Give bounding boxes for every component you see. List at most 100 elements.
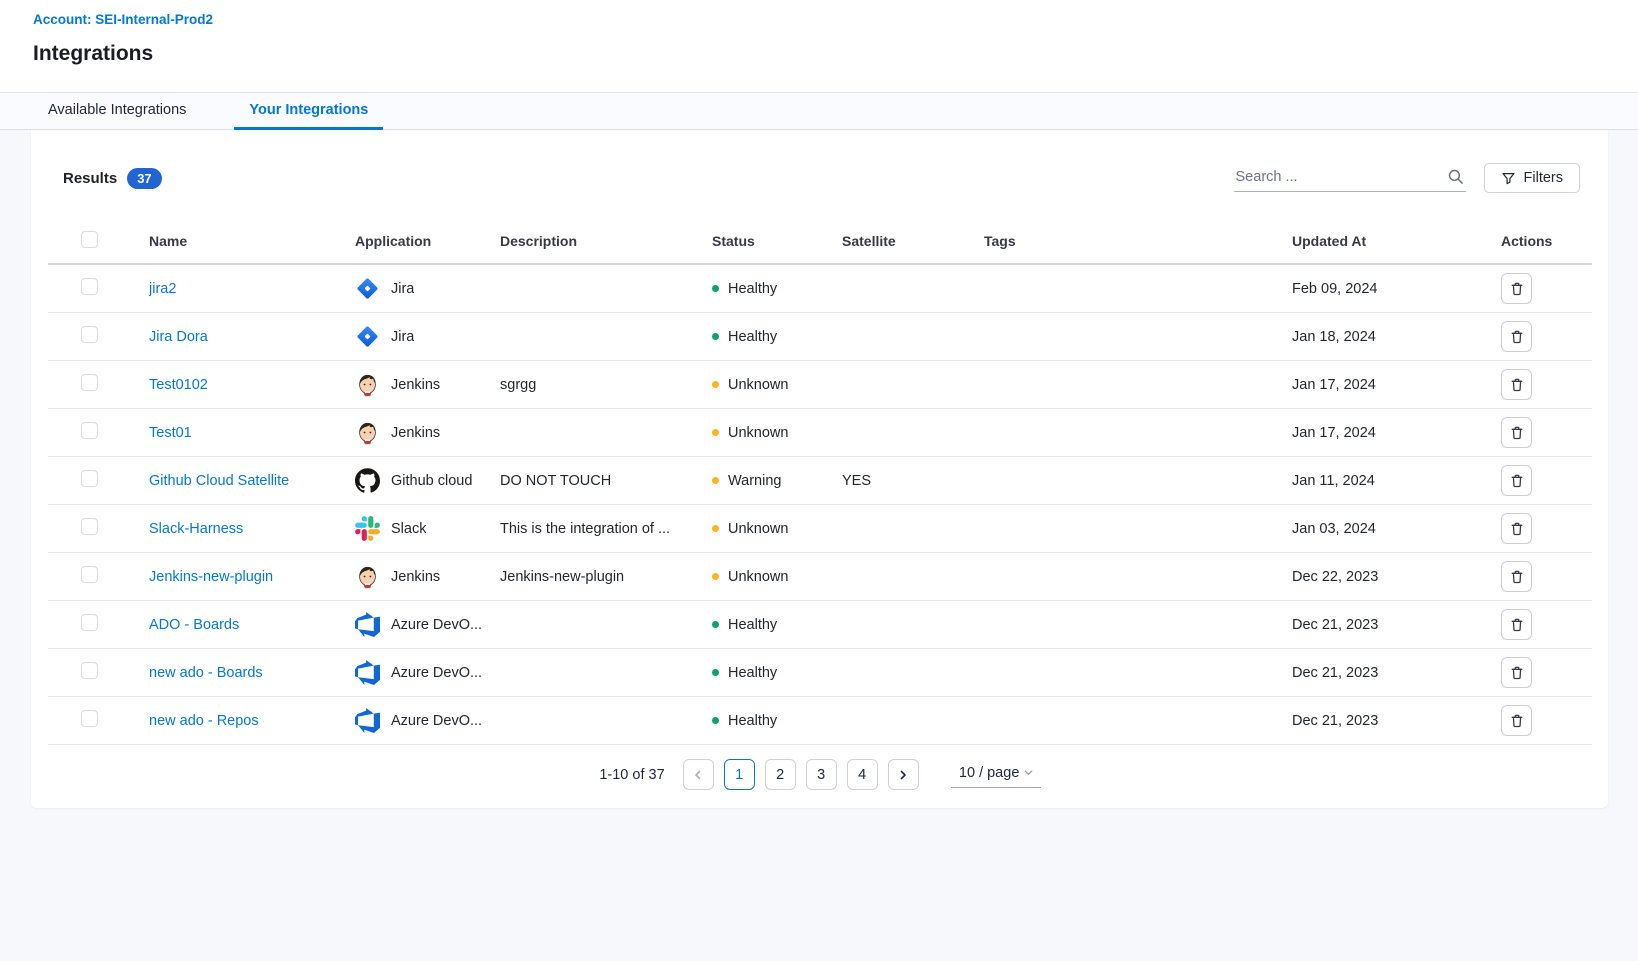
- table-body: jira2: [48, 265, 1592, 745]
- application-cell: Jenkins: [355, 372, 500, 397]
- slack-icon: [355, 516, 380, 541]
- delete-integration-button[interactable]: [1501, 273, 1532, 304]
- pagination-range-label: 1-10 of 37: [599, 767, 664, 783]
- actions-cell: [1501, 705, 1592, 736]
- delete-integration-button[interactable]: [1501, 465, 1532, 496]
- integration-name-link[interactable]: Github Cloud Satellite: [149, 473, 344, 489]
- page-number-button[interactable]: 1: [724, 759, 755, 790]
- integration-name-link[interactable]: Jira Dora: [149, 329, 344, 345]
- page-number-button[interactable]: 4: [847, 759, 878, 790]
- row-checkbox[interactable]: [81, 422, 98, 439]
- status-label: Unknown: [728, 377, 788, 393]
- status-cell: Unknown: [712, 377, 842, 393]
- application-label: Azure DevO...: [391, 713, 482, 729]
- status-cell: Unknown: [712, 569, 842, 585]
- filter-funnel-icon: [1501, 171, 1516, 186]
- delete-integration-button[interactable]: [1501, 321, 1532, 352]
- row-checkbox[interactable]: [81, 566, 98, 583]
- status-dot: [712, 573, 719, 580]
- integration-name-link[interactable]: Test01: [149, 425, 344, 441]
- status-label: Warning: [728, 473, 781, 489]
- delete-integration-button[interactable]: [1501, 417, 1532, 448]
- row-checkbox[interactable]: [81, 614, 98, 631]
- page-size-select[interactable]: 10 / page: [951, 762, 1041, 788]
- application-label: Slack: [391, 521, 426, 537]
- delete-integration-button[interactable]: [1501, 609, 1532, 640]
- row-checkbox[interactable]: [81, 326, 98, 343]
- application-cell: Jira: [355, 276, 500, 301]
- application-label: Jira: [391, 329, 414, 345]
- delete-integration-button[interactable]: [1501, 369, 1532, 400]
- updated-at-cell: Jan 17, 2024: [1292, 425, 1501, 441]
- select-all-checkbox[interactable]: [81, 231, 98, 248]
- updated-at-cell: Jan 11, 2024: [1292, 473, 1501, 489]
- integration-name-link[interactable]: jira2: [149, 281, 344, 297]
- application-label: Azure DevO...: [391, 665, 482, 681]
- name-cell: Slack-Harness: [149, 521, 355, 537]
- status-label: Healthy: [728, 281, 777, 297]
- row-checkbox-cell: [48, 374, 149, 395]
- table-row: Test0102: [48, 361, 1592, 409]
- pagination: 1-10 of 37 1234 10 / page: [48, 759, 1592, 790]
- table-row: Jenkins-new-plugin: [48, 553, 1592, 601]
- row-checkbox[interactable]: [81, 662, 98, 679]
- trash-icon: [1509, 473, 1525, 489]
- search-icon: [1447, 168, 1464, 185]
- filters-button-label: Filters: [1524, 170, 1563, 186]
- actions-cell: [1501, 417, 1592, 448]
- name-cell: Jenkins-new-plugin: [149, 569, 355, 585]
- row-checkbox[interactable]: [81, 518, 98, 535]
- description-cell: DO NOT TOUCH: [500, 473, 712, 489]
- tab-your-integrations[interactable]: Your Integrations: [234, 93, 383, 130]
- row-checkbox-cell: [48, 422, 149, 443]
- status-label: Unknown: [728, 521, 788, 537]
- jira-icon: [355, 276, 380, 301]
- actions-cell: [1501, 609, 1592, 640]
- application-label: Jenkins: [391, 425, 440, 441]
- status-dot: [712, 525, 719, 532]
- application-cell: Azure DevO...: [355, 660, 500, 685]
- row-checkbox[interactable]: [81, 710, 98, 727]
- trash-icon: [1509, 713, 1525, 729]
- delete-integration-button[interactable]: [1501, 513, 1532, 544]
- status-dot: [712, 717, 719, 724]
- delete-integration-button[interactable]: [1501, 561, 1532, 592]
- integration-name-link[interactable]: Slack-Harness: [149, 521, 344, 537]
- updated-at-cell: Dec 21, 2023: [1292, 665, 1501, 681]
- account-breadcrumb-link[interactable]: Account: SEI-Internal-Prod2: [33, 12, 213, 27]
- application-cell: Azure DevO...: [355, 708, 500, 733]
- filters-button[interactable]: Filters: [1484, 163, 1580, 193]
- status-label: Healthy: [728, 617, 777, 633]
- row-checkbox[interactable]: [81, 278, 98, 295]
- integration-name-link[interactable]: Jenkins-new-plugin: [149, 569, 344, 585]
- trash-icon: [1509, 425, 1525, 441]
- integration-name-link[interactable]: new ado - Boards: [149, 665, 344, 681]
- delete-integration-button[interactable]: [1501, 705, 1532, 736]
- application-cell: Github cloud: [355, 468, 500, 493]
- page-number-button[interactable]: 3: [806, 759, 837, 790]
- description-cell: sgrgg: [500, 377, 712, 393]
- prev-page-button[interactable]: [683, 759, 714, 790]
- column-header-updated-at: Updated At: [1292, 233, 1501, 249]
- next-page-button[interactable]: [888, 759, 919, 790]
- page-number-button[interactable]: 2: [765, 759, 796, 790]
- row-checkbox[interactable]: [81, 470, 98, 487]
- table-row: new ado - Boards: [48, 649, 1592, 697]
- integration-name-link[interactable]: ADO - Boards: [149, 617, 344, 633]
- tab-available-integrations[interactable]: Available Integrations: [33, 93, 201, 130]
- search-input[interactable]: [1234, 165, 1466, 192]
- table-row: Test01: [48, 409, 1592, 457]
- name-cell: Test01: [149, 425, 355, 441]
- integration-name-link[interactable]: new ado - Repos: [149, 713, 344, 729]
- status-label: Unknown: [728, 569, 788, 585]
- delete-integration-button[interactable]: [1501, 657, 1532, 688]
- satellite-cell: YES: [842, 473, 984, 489]
- row-checkbox[interactable]: [81, 374, 98, 391]
- azure-devops-icon: [355, 612, 380, 637]
- github-icon: [355, 468, 380, 493]
- jenkins-icon: [355, 372, 380, 397]
- integration-name-link[interactable]: Test0102: [149, 377, 344, 393]
- actions-cell: [1501, 561, 1592, 592]
- row-checkbox-cell: [48, 326, 149, 347]
- application-label: Jenkins: [391, 377, 440, 393]
